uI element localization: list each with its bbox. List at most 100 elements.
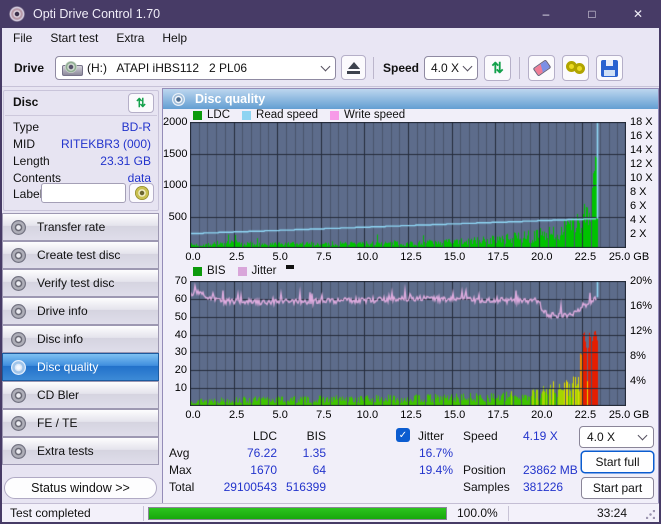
disc-icon (11, 331, 26, 347)
axis-tick-label: 25.0 GB (608, 409, 650, 421)
menu-file[interactable]: File (4, 29, 41, 47)
sidebar-item-disc-quality[interactable]: Disc quality (2, 353, 159, 381)
axis-tick-label: 1000 (163, 179, 188, 191)
start-full-button[interactable]: Start full (581, 451, 654, 473)
speed-select[interactable]: 4.0 X (424, 56, 478, 80)
total-ldc: 29100543 (223, 480, 277, 494)
axis-tick-label: 2 X (630, 228, 647, 240)
axis-tick-label: 18 X (630, 116, 653, 128)
position-stat-value: 23862 MB (523, 463, 578, 477)
sidebar-item-fe-te[interactable]: FE / TE (2, 409, 159, 437)
row-label-max: Max (169, 463, 192, 477)
menu-extra[interactable]: Extra (107, 29, 153, 47)
axis-tick-label: 50 (174, 310, 187, 323)
chart2-legend: BIS Jitter (193, 265, 295, 277)
read-speed-swatch (242, 110, 252, 120)
axis-tick-label: 500 (168, 210, 187, 223)
legend-label: Write speed (344, 109, 406, 121)
sidebar-item-drive-info[interactable]: Drive info (2, 297, 159, 325)
divider (508, 506, 509, 521)
disc-icon (11, 303, 26, 319)
chevron-down-icon (462, 61, 473, 71)
legend-label: Read speed (256, 109, 319, 121)
axis-tick-label: 0.0 (185, 409, 201, 421)
disc-icon (11, 443, 26, 459)
speed-stat-label: Speed (463, 429, 498, 443)
axis-tick-label: 20.0 (531, 251, 553, 263)
erase-disc-button[interactable] (528, 55, 555, 81)
stats-col-ldc: LDC (252, 429, 277, 443)
eject-button[interactable] (341, 55, 366, 80)
test-speed-select[interactable]: 4.0 X (579, 426, 654, 448)
panel-title: Disc quality (195, 92, 266, 106)
minimize-button[interactable]: – (523, 0, 569, 28)
progress-fill (149, 508, 446, 519)
legend-label: BIS (207, 265, 226, 277)
sidebar-item-label: FE / TE (37, 416, 78, 430)
inspect-button[interactable] (562, 55, 589, 81)
max-bis: 64 (312, 463, 326, 477)
axis-tick-label: 17.5 (487, 251, 509, 263)
start-part-button[interactable]: Start part (581, 477, 654, 499)
drive-select[interactable]: (H:) ATAPI iHBS112 2 PL06 (55, 56, 336, 80)
sidebar-item-extra-tests[interactable]: Extra tests (2, 437, 159, 465)
axis-tick-label: 14 X (630, 144, 653, 156)
eject-icon (347, 61, 360, 74)
chart1-legend: LDC Read speed Write speed (193, 109, 405, 121)
sidebar-item-disc-info[interactable]: Disc info (2, 325, 159, 353)
menu-start-test[interactable]: Start test (41, 29, 107, 47)
axis-tick-label: 12 X (630, 158, 653, 170)
app-window: Opti Drive Control 1.70 – □ ✕ File Start… (0, 0, 661, 524)
resize-grip[interactable] (646, 510, 655, 519)
app-icon (9, 6, 25, 22)
axis-tick-label: 12% (630, 325, 653, 337)
disc-refresh-button[interactable]: ⇅ (128, 93, 154, 113)
menu-help[interactable]: Help (153, 29, 196, 47)
save-icon (601, 59, 618, 77)
axis-tick-label: 22.5 (574, 409, 597, 421)
axis-tick-label: 22.5 (574, 251, 597, 263)
sidebar-item-transfer-rate[interactable]: Transfer rate (2, 213, 159, 241)
axis-tick-label: 5.0 (272, 409, 288, 421)
axis-tick-label: 20 (174, 364, 187, 377)
speed-select-value: 4.0 X (431, 61, 460, 75)
bis-jitter-chart-canvas (190, 281, 626, 406)
sidebar-item-label: Transfer rate (37, 220, 106, 234)
status-text: Test completed (10, 506, 91, 520)
ldc-chart-canvas (190, 122, 626, 248)
drive-icon (62, 60, 83, 76)
axis-tick-label: 60 (174, 292, 187, 305)
axis-tick-label: 2000 (163, 116, 188, 128)
sidebar-item-label: Extra tests (37, 444, 94, 458)
field-value: 23.31 GB (100, 154, 151, 168)
chevron-down-icon (320, 61, 331, 71)
jitter-label: Jitter (418, 429, 445, 443)
position-stat-label: Position (463, 463, 506, 477)
elapsed-time: 33:24 (596, 506, 627, 520)
close-button[interactable]: ✕ (615, 0, 661, 28)
sidebar-item-label: Create test disc (37, 248, 121, 262)
axis-tick-label: 5.0 (272, 251, 288, 263)
axis-tick-label: 10.0 (356, 251, 379, 263)
status-window-button[interactable]: Status window >> (4, 477, 157, 499)
sidebar-item-verify-test-disc[interactable]: Verify test disc (2, 269, 159, 297)
field-label: Type (13, 120, 40, 134)
sidebar-item-cd-bler[interactable]: CD Bler (2, 381, 159, 409)
progress-bar (148, 507, 447, 520)
toolbar-separator (373, 57, 374, 79)
maximize-button[interactable]: □ (569, 0, 615, 28)
refresh-arrows-icon: ⇅ (491, 59, 504, 77)
sidebar-item-create-test-disc[interactable]: Create test disc (2, 241, 159, 269)
speed-stat-value: 4.19 X (523, 429, 558, 443)
samples-stat-value: 381226 (523, 480, 564, 494)
sidebar-item-label: Verify test disc (37, 276, 115, 290)
refresh-button[interactable]: ⇅ (484, 55, 511, 81)
binoculars-icon (565, 61, 586, 75)
disc-label-input[interactable] (41, 183, 126, 203)
save-button[interactable] (596, 55, 623, 81)
axis-tick-label: 2.5 (228, 251, 245, 263)
axis-tick-label: 20% (630, 275, 653, 287)
jitter-swatch (237, 266, 247, 276)
disc-label-button[interactable] (129, 183, 154, 203)
jitter-checkbox[interactable]: ✓ (396, 428, 410, 442)
